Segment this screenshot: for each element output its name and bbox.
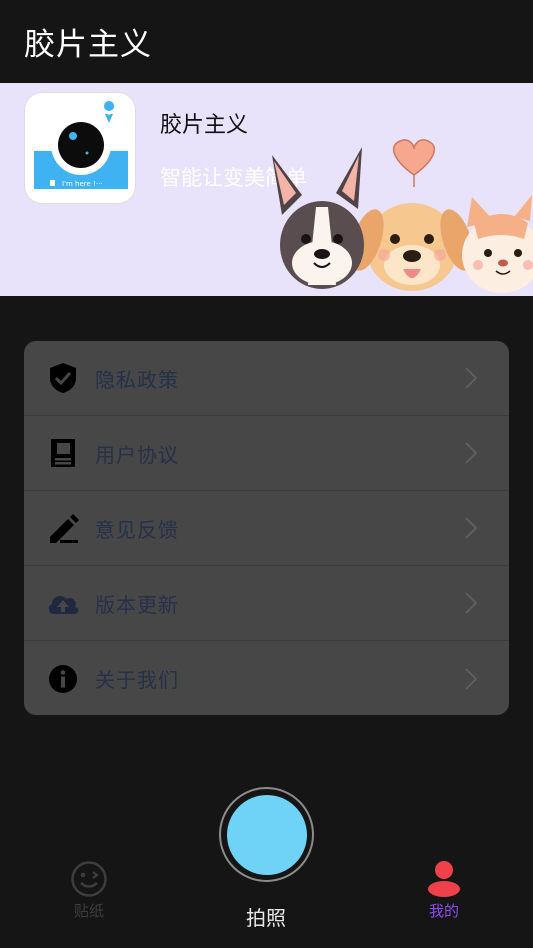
- shield-check-icon: [46, 361, 80, 395]
- app-logo: I'm here !···: [24, 92, 136, 204]
- menu-item-privacy-policy[interactable]: 隐私政策: [24, 341, 509, 416]
- menu-item-version-update[interactable]: 版本更新: [24, 566, 509, 641]
- chevron-right-icon: [465, 592, 478, 614]
- menu-item-label: 版本更新: [95, 592, 179, 617]
- app-root: 胶片主义 I'm here !··· 胶片主义 智能让变美简单 隐私政策 用户协…: [0, 0, 533, 948]
- svg-text:I'm here !···: I'm here !···: [62, 180, 103, 188]
- tab-stickers-label: 贴纸: [73, 902, 104, 920]
- chevron-right-icon: [465, 367, 478, 389]
- menu-item-label: 隐私政策: [95, 367, 179, 392]
- menu-item-feedback[interactable]: 意见反馈: [24, 491, 509, 566]
- chevron-right-icon: [465, 517, 478, 539]
- info-icon: [46, 662, 80, 696]
- camera-logo-icon: I'm here !···: [34, 101, 128, 189]
- bottom-tab-bar: 贴纸 我的: [0, 848, 533, 948]
- page-title: 胶片主义: [24, 27, 152, 63]
- menu-item-label: 用户协议: [95, 442, 179, 467]
- app-banner: I'm here !··· 胶片主义 智能让变美简单: [0, 83, 533, 296]
- app-name: 胶片主义: [160, 113, 249, 138]
- title-bar: 胶片主义: [0, 0, 533, 83]
- tab-stickers[interactable]: 贴纸: [66, 860, 112, 921]
- menu-item-about-us[interactable]: 关于我们: [24, 641, 509, 715]
- user-profile-icon: [428, 861, 460, 897]
- settings-menu: 隐私政策 用户协议 意见反馈 版本更新 关于我们: [24, 341, 509, 715]
- menu-item-user-agreement[interactable]: 用户协议: [24, 416, 509, 491]
- chevron-right-icon: [465, 667, 478, 690]
- tab-mine[interactable]: 我的: [421, 860, 467, 921]
- menu-item-label: 关于我们: [95, 668, 179, 692]
- cloud-upload-icon: [46, 586, 80, 620]
- document-icon: [46, 436, 80, 470]
- puppies-illustration: [272, 139, 533, 293]
- menu-item-label: 意见反馈: [95, 517, 179, 542]
- chevron-right-icon: [465, 442, 478, 464]
- pencil-icon: [46, 511, 80, 545]
- smiley-icon: [71, 861, 107, 897]
- tab-mine-label: 我的: [428, 902, 459, 920]
